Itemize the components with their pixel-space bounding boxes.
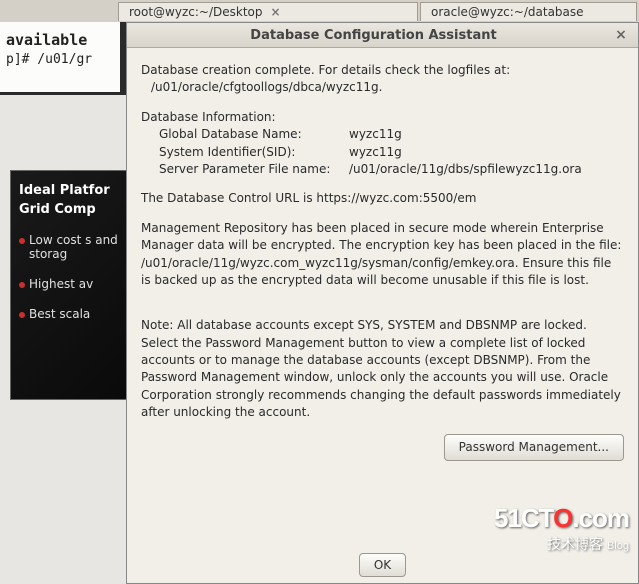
dbca-dialog: Database Configuration Assistant × Datab…: [126, 22, 639, 584]
tab-root-desktop[interactable]: root@wyzc:~/Desktop ×: [118, 2, 418, 21]
dialog-titlebar[interactable]: Database Configuration Assistant ×: [127, 23, 638, 48]
info-value: wyzc11g: [349, 144, 402, 161]
info-row-spfile: Server Parameter File name: /u01/oracle/…: [141, 161, 624, 178]
terminal-output: available p]# /u01/gr: [0, 22, 120, 92]
terminal-line: available: [6, 30, 114, 51]
database-info-block: Database Information: Global Database Na…: [141, 109, 624, 179]
creation-complete-text: Database creation complete. For details …: [141, 62, 624, 97]
accounts-note-text: Note: All database accounts except SYS, …: [141, 317, 624, 421]
terminal-tab-bar: root@wyzc:~/Desktop × oracle@wyzc:~/data…: [0, 0, 639, 22]
info-header: Database Information:: [141, 109, 624, 126]
terminal-line: p]# /u01/gr: [6, 51, 114, 69]
info-label: Server Parameter File name:: [159, 161, 349, 178]
tab-oracle-database[interactable]: oracle@wyzc:~/database: [420, 2, 637, 21]
dialog-title: Database Configuration Assistant: [135, 28, 612, 43]
control-url-text: The Database Control URL is https://wyzc…: [141, 190, 624, 207]
info-row-global-name: Global Database Name: wyzc11g: [141, 126, 624, 143]
tab-label: root@wyzc:~/Desktop: [129, 5, 263, 19]
info-value: /u01/oracle/11g/dbs/spfilewyzc11g.ora: [349, 161, 582, 178]
info-label: System Identifier(SID):: [159, 144, 349, 161]
tab-label: oracle@wyzc:~/database: [431, 5, 584, 19]
watermark: 51CTO.com 技术博客Blog: [494, 503, 629, 554]
info-value: wyzc11g: [349, 126, 402, 143]
marketing-subtitle: Grid Comp: [19, 202, 121, 217]
dialog-body: Database creation complete. For details …: [127, 48, 638, 469]
marketing-bullet: Best scala: [19, 307, 121, 321]
marketing-bullet: Low cost s and storag: [19, 233, 121, 261]
password-management-button[interactable]: Password Management...: [444, 434, 624, 461]
marketing-title: Ideal Platfor: [19, 183, 121, 198]
marketing-panel: Ideal Platfor Grid Comp Low cost s and s…: [10, 170, 130, 400]
close-icon[interactable]: ×: [271, 5, 281, 19]
close-icon[interactable]: ×: [612, 27, 630, 43]
info-row-sid: System Identifier(SID): wyzc11g: [141, 144, 624, 161]
ok-button[interactable]: OK: [359, 553, 406, 577]
repository-text: Management Repository has been placed in…: [141, 220, 624, 290]
marketing-bullet: Highest av: [19, 277, 121, 291]
info-label: Global Database Name:: [159, 126, 349, 143]
